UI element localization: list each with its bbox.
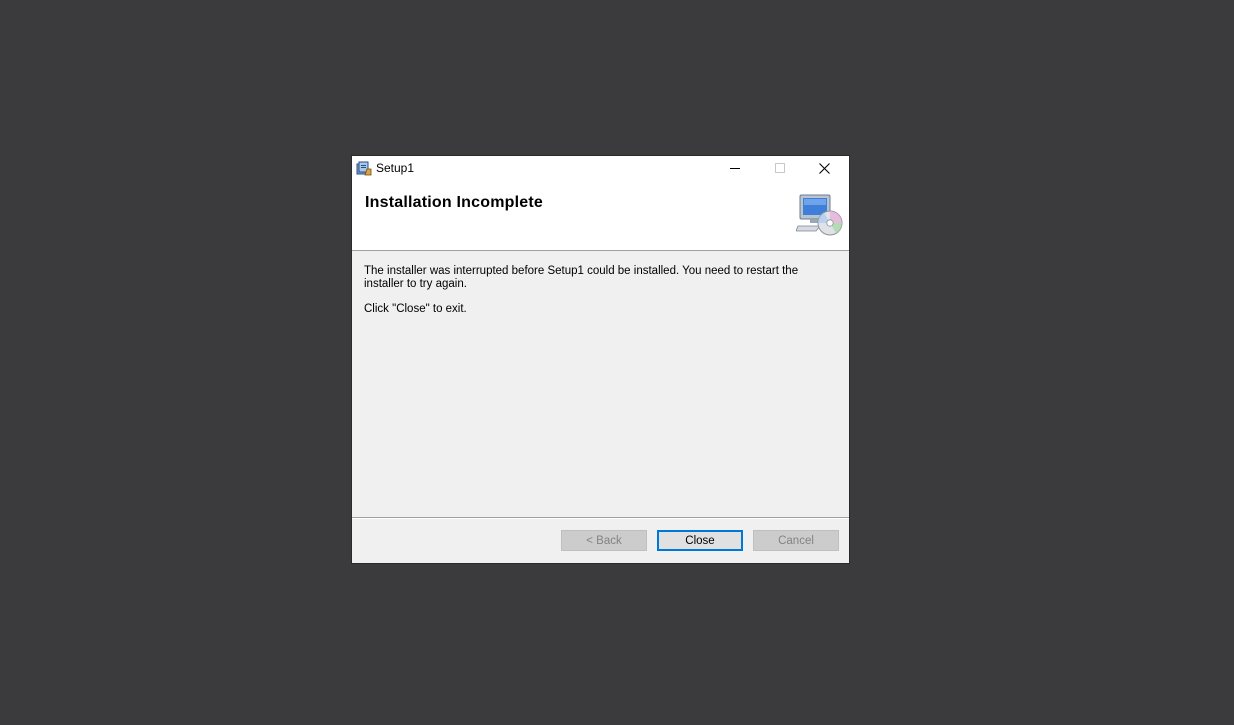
title-bar[interactable]: Setup1 — [352, 156, 849, 180]
cancel-button[interactable]: Cancel — [753, 530, 839, 551]
dialog-header: Installation Incomplete — [352, 180, 849, 251]
setup-dialog: Setup1 Installation Incomplete The insta… — [352, 156, 849, 563]
installer-app-icon — [356, 160, 372, 176]
maximize-button[interactable] — [757, 156, 802, 180]
back-button[interactable]: < Back — [561, 530, 647, 551]
window-title: Setup1 — [376, 161, 415, 175]
close-icon — [819, 162, 830, 174]
footer-divider — [352, 517, 849, 519]
close-window-button[interactable] — [802, 156, 847, 180]
minimize-button[interactable] — [712, 156, 757, 180]
exit-instruction: Click "Close" to exit. — [364, 303, 467, 315]
page-title: Installation Incomplete — [365, 194, 543, 211]
close-button[interactable]: Close — [657, 530, 743, 551]
minimize-icon — [729, 168, 740, 169]
computer-cd-icon — [795, 193, 844, 237]
dialog-body: The installer was interrupted before Set… — [364, 265, 836, 328]
error-message: The installer was interrupted before Set… — [364, 265, 799, 290]
maximize-icon — [774, 163, 785, 173]
